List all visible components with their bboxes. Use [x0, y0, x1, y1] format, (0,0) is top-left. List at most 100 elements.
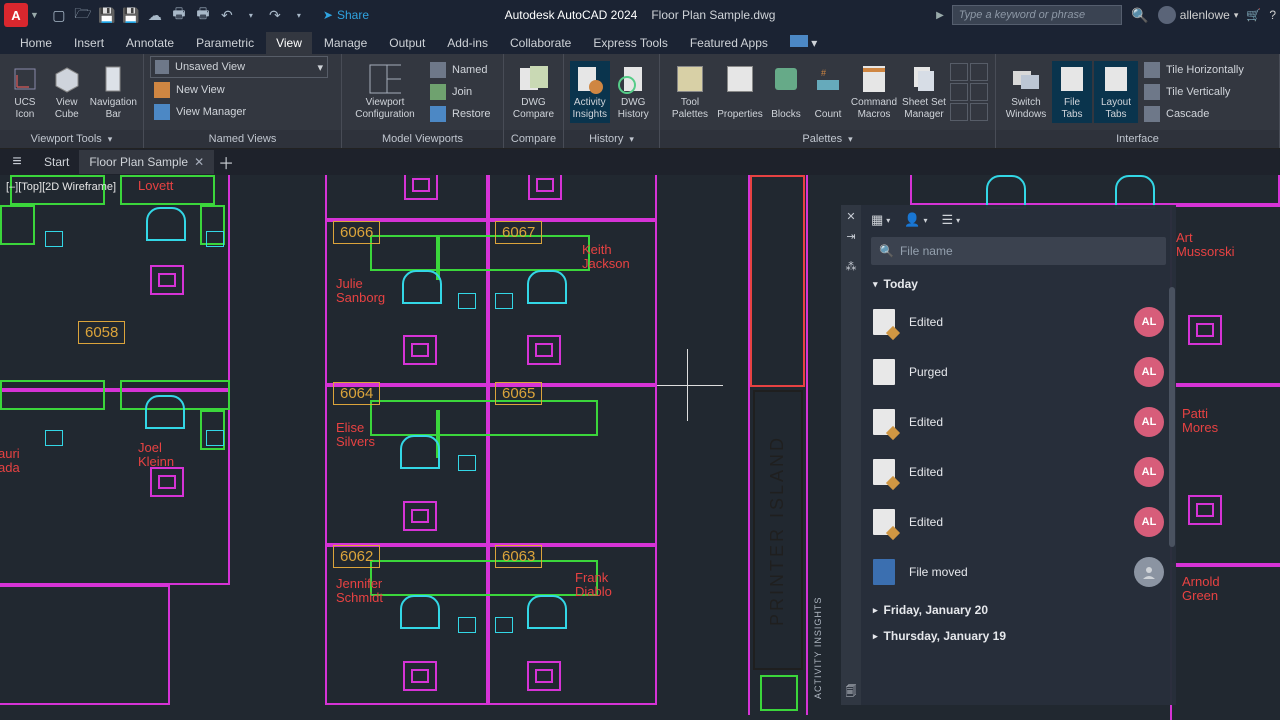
viewport-label[interactable]: [–][Top][2D Wireframe] — [6, 181, 116, 193]
switch-windows-button[interactable]: Switch Windows — [1002, 61, 1050, 123]
panel-title-history[interactable]: History▾ — [564, 130, 659, 148]
group-friday[interactable]: ▸Friday, January 20 — [861, 597, 1176, 623]
person-label: Frank Diablo — [575, 571, 612, 599]
menu-tab-output[interactable]: Output — [379, 32, 435, 54]
menu-tab-add-ins[interactable]: Add-ins — [437, 32, 498, 54]
share-label: Share — [337, 8, 369, 22]
panel-pin-icon[interactable]: ⇥ — [844, 229, 858, 243]
basket-icon[interactable]: 🛒 — [1246, 8, 1261, 22]
panel-title-viewport-tools[interactable]: Viewport Tools ▾ — [0, 130, 143, 148]
menu-tab-home[interactable]: Home — [10, 32, 62, 54]
properties-button[interactable]: Properties — [716, 61, 764, 123]
menu-tab-parametric[interactable]: Parametric — [186, 32, 264, 54]
activity-row[interactable]: EditedAL — [861, 497, 1176, 547]
activity-action-label: File moved — [909, 565, 968, 579]
panel-close-icon[interactable]: ✕ — [844, 209, 858, 223]
share-button[interactable]: ➤ Share — [323, 8, 369, 22]
doc-tab-add-button[interactable]: ＋ — [214, 150, 238, 174]
activity-row[interactable]: EditedAL — [861, 297, 1176, 347]
palette-toggle-grid[interactable] — [950, 63, 988, 121]
activity-row[interactable]: PurgedAL — [861, 347, 1176, 397]
tool-palettes-button[interactable]: Tool Palettes — [666, 61, 714, 123]
sheet-set-button[interactable]: Sheet Set Manager — [900, 61, 948, 123]
group-today[interactable]: ▾Today — [861, 271, 1176, 297]
count-button[interactable]: #Count — [808, 61, 848, 123]
menu-tab-insert[interactable]: Insert — [64, 32, 114, 54]
user-badge — [1134, 557, 1164, 587]
tile-vertical-button[interactable]: Tile Vertically — [1140, 82, 1248, 102]
cascade-button[interactable]: Cascade — [1140, 104, 1248, 124]
dwg-history-button[interactable]: DWG History — [614, 61, 654, 123]
drawing-canvas[interactable]: [–][Top][2D Wireframe] 6058 Lovett Joel … — [0, 175, 1280, 720]
user-avatar-icon — [1158, 6, 1176, 24]
room-label: 6062 — [333, 545, 380, 568]
menu-tab-collaborate[interactable]: Collaborate — [500, 32, 581, 54]
blocks-button[interactable]: Blocks — [766, 61, 806, 123]
activity-row[interactable]: EditedAL — [861, 397, 1176, 447]
menu-tab-extra[interactable]: ▾ — [780, 31, 827, 54]
viewport-config-button[interactable]: Viewport Configuration — [348, 61, 422, 123]
activity-row[interactable]: EditedAL — [861, 447, 1176, 497]
qat-open-icon[interactable]: 🗁 — [75, 7, 91, 23]
activity-insights-button[interactable]: Activity Insights — [570, 61, 610, 123]
user-badge: AL — [1134, 307, 1164, 337]
view-manager-button[interactable]: View Manager — [150, 102, 250, 122]
doc-tab-close-icon[interactable]: ✕ — [194, 155, 204, 169]
qat-web-icon[interactable]: ☁ — [147, 7, 163, 23]
panel-overflow-icon[interactable]: 🗐 — [844, 685, 858, 699]
qat-undo-drop-icon[interactable]: ▾ — [243, 7, 259, 23]
app-menu-icon[interactable]: A — [4, 3, 28, 27]
view-dropdown[interactable]: Unsaved View ▾ — [150, 56, 328, 78]
qat-save-icon[interactable]: 💾 — [99, 7, 115, 23]
doc-tab-active[interactable]: Floor Plan Sample ✕ — [79, 150, 214, 174]
qat-plot-icon[interactable]: 🖶 — [171, 7, 187, 23]
qat-undo-icon[interactable]: ↶ — [219, 7, 235, 23]
user-badge: AL — [1134, 357, 1164, 387]
search-icon[interactable]: 🔍 — [1130, 5, 1150, 25]
doc-menu-icon[interactable]: ≡ — [6, 151, 28, 173]
qat-print-icon[interactable]: 🖶 — [195, 7, 211, 23]
qat-redo-drop-icon[interactable]: ▾ — [291, 7, 307, 23]
filter-user-button[interactable]: 👤▾ — [904, 212, 927, 228]
new-view-button[interactable]: New View — [150, 80, 229, 100]
file-tabs-button[interactable]: File Tabs — [1052, 61, 1092, 123]
doc-title: Floor Plan Sample.dwg — [651, 8, 775, 22]
nav-bar-button[interactable]: Navigation Bar — [90, 61, 137, 123]
command-macros-button[interactable]: Command Macros — [850, 61, 898, 123]
menu-tab-view[interactable]: View — [266, 32, 312, 54]
user-badge: AL — [1134, 457, 1164, 487]
help-icon[interactable]: ? — [1269, 8, 1276, 22]
activity-row[interactable]: File moved — [861, 547, 1176, 597]
tile-horizontal-button[interactable]: Tile Horizontally — [1140, 60, 1248, 80]
qat-new-icon[interactable]: ▢ — [51, 7, 67, 23]
restore-button[interactable]: Restore — [426, 104, 495, 124]
filter-list-button[interactable]: ☰▾ — [942, 212, 961, 228]
layout-tabs-button[interactable]: Layout Tabs — [1094, 61, 1138, 123]
app-menu-drop-icon[interactable]: ▼ — [30, 10, 39, 20]
panel-settings-icon[interactable]: ⁂ — [844, 259, 858, 273]
user-menu[interactable]: allenlowe ▾ — [1158, 6, 1239, 24]
qat-redo-icon[interactable]: ↷ — [267, 7, 283, 23]
ribbon: UCS Icon View Cube Navigation Bar Viewpo… — [0, 54, 1280, 149]
view-cube-button[interactable]: View Cube — [48, 61, 86, 123]
panel-title-palettes[interactable]: Palettes▾ — [660, 130, 995, 148]
group-thursday[interactable]: ▸Thursday, January 19 — [861, 623, 1176, 649]
menu-tab-express-tools[interactable]: Express Tools — [583, 32, 677, 54]
doc-tab-start[interactable]: Start — [34, 150, 79, 174]
join-button[interactable]: Join — [426, 82, 495, 102]
dwg-compare-button[interactable]: DWG Compare — [510, 61, 557, 123]
named-viewports-button[interactable]: Named — [426, 60, 495, 80]
search-input[interactable]: Type a keyword or phrase — [952, 5, 1122, 25]
folder-icon — [873, 559, 895, 585]
qat-saveas-icon[interactable]: 💾 — [123, 7, 139, 23]
play-icon[interactable]: ▶ — [936, 10, 944, 21]
room-label: 6063 — [495, 545, 542, 568]
person-label: Joel Kleinn — [138, 441, 174, 469]
filter-grid-button[interactable]: ▦▾ — [871, 212, 890, 228]
ucs-icon-button[interactable]: UCS Icon — [6, 61, 44, 123]
menu-tab-manage[interactable]: Manage — [314, 32, 377, 54]
menu-tab-annotate[interactable]: Annotate — [116, 32, 184, 54]
menu-tab-featured-apps[interactable]: Featured Apps — [680, 32, 778, 54]
insights-search-input[interactable]: 🔍 File name — [871, 237, 1166, 265]
scroll-thumb[interactable] — [1169, 287, 1175, 547]
